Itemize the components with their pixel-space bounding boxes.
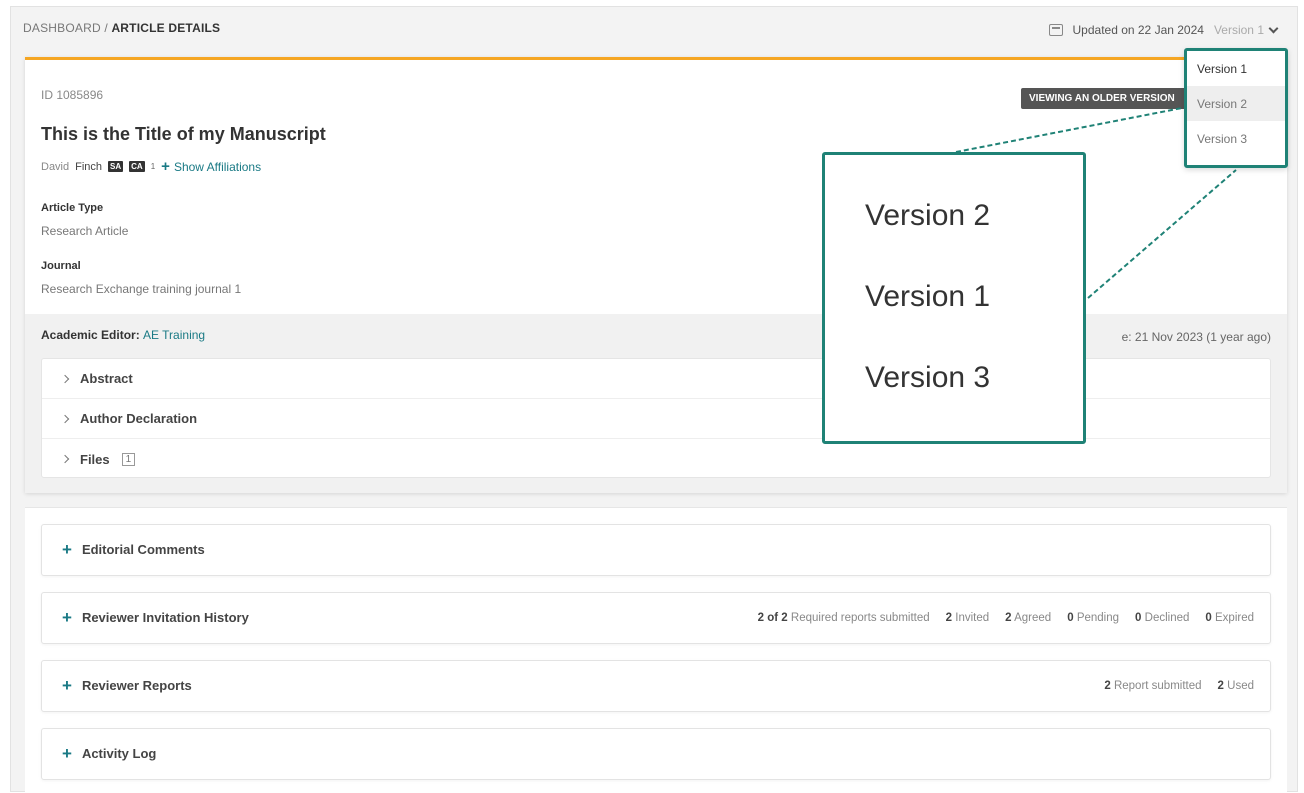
stat-value: 0	[1135, 612, 1142, 624]
breadcrumb: DASHBOARD / ARTICLE DETAILS	[23, 21, 220, 35]
editor-section: Academic Editor: AE Training e: 21 Nov 2…	[25, 314, 1287, 493]
stat-value: 2	[945, 612, 953, 624]
article-title: This is the Title of my Manuscript	[41, 124, 326, 144]
version-select[interactable]: Version 1	[1213, 23, 1279, 37]
version-dropdown-menu: Version 1 Version 2 Version 3	[1184, 48, 1288, 168]
chevron-right-icon	[60, 454, 70, 464]
older-version-badge: VIEWING AN OLDER VERSION	[1021, 88, 1187, 109]
updated-date: Updated on 22 Jan 2024	[1072, 23, 1204, 37]
breadcrumb-dashboard[interactable]: DASHBOARD	[23, 21, 101, 35]
author-first-name: David	[41, 160, 70, 173]
version-info: Updated on 22 Jan 2024 Version 1	[1048, 23, 1279, 37]
article-type-value: Research Article	[41, 224, 129, 238]
stat-text: Expired	[1215, 612, 1254, 624]
stat-required-reports: 2 of 2 Required reports submitted	[758, 612, 930, 624]
affiliation-superscript: 1	[150, 162, 156, 171]
stat-text: Used	[1227, 680, 1254, 692]
show-affiliations-label: Show Affiliations	[173, 159, 262, 174]
article-type-label: Article Type	[41, 202, 104, 214]
academic-editor: Academic Editor: AE Training	[41, 328, 205, 342]
article-accordion: Abstract Author Declaration Files 1	[41, 358, 1271, 478]
stat-pending: 0 Pending	[1067, 612, 1119, 624]
version-option-1[interactable]: Version 1	[1187, 51, 1285, 86]
plus-icon: +	[62, 539, 72, 559]
plus-icon: +	[62, 607, 72, 627]
breadcrumb-current: ARTICLE DETAILS	[111, 21, 221, 35]
submission-date: e: 21 Nov 2023 (1 year ago)	[1121, 330, 1271, 344]
stat-agreed: 2 Agreed	[1005, 612, 1051, 624]
stat-text: Agreed	[1014, 612, 1052, 624]
stat-report-submitted: 2 Report submitted	[1104, 680, 1201, 692]
plus-icon: +	[62, 675, 72, 695]
plus-icon: +	[62, 743, 72, 763]
zoom-version-3: Version 3	[865, 361, 991, 394]
stat-text: Pending	[1076, 612, 1120, 624]
chevron-down-icon	[1268, 23, 1279, 33]
version-option-3[interactable]: Version 3	[1187, 121, 1285, 156]
stat-value: 2	[1005, 612, 1012, 624]
stat-invited: 2 Invited	[946, 612, 990, 624]
top-bar: DASHBOARD / ARTICLE DETAILS Updated on 2…	[11, 7, 1297, 57]
journal-value: Research Exchange training journal 1	[41, 282, 242, 296]
stat-used: 2 Used	[1218, 680, 1254, 692]
zoom-version-2: Version 2	[865, 199, 991, 232]
show-affiliations-link[interactable]: + Show Affiliations	[161, 158, 261, 175]
section-reviewer-invitation-history[interactable]: + Reviewer Invitation History 2 of 2 Requ…	[41, 592, 1271, 644]
chevron-right-icon	[60, 374, 70, 383]
author-tag-sa: SA	[108, 161, 124, 172]
stat-declined: 0 Declined	[1135, 612, 1189, 624]
section-title: Reviewer Invitation History	[81, 610, 249, 625]
review-panel: + Editorial Comments + Reviewer Invitation…	[25, 507, 1287, 793]
stat-value: 0	[1205, 612, 1212, 624]
zoom-version-1: Version 1	[865, 280, 991, 313]
journal-label: Journal	[41, 260, 81, 272]
stat-text: Invited	[955, 612, 990, 624]
stat-value: 2	[1104, 680, 1111, 692]
accordion-author-declaration-label: Author Declaration	[80, 411, 198, 426]
files-count-badge: 1	[121, 452, 136, 466]
chevron-right-icon	[60, 414, 70, 423]
section-activity-log[interactable]: + Activity Log	[41, 728, 1271, 780]
article-card: ID 1085896 VIEWING AN OLDER VERSION This…	[25, 57, 1287, 493]
report-stats: 2 Report submitted 2 Used	[1104, 680, 1254, 692]
invitation-stats: 2 of 2 Required reports submitted 2 Invi…	[758, 612, 1254, 624]
section-editorial-comments[interactable]: + Editorial Comments	[41, 524, 1271, 576]
app-frame: DASHBOARD / ARTICLE DETAILS Updated on 2…	[10, 6, 1298, 793]
academic-editor-link[interactable]: AE Training	[143, 328, 205, 342]
stat-text: Required reports submitted	[790, 612, 930, 624]
calendar-icon	[1048, 24, 1063, 36]
section-title: Activity Log	[81, 746, 157, 761]
version-option-2[interactable]: Version 2	[1187, 86, 1285, 121]
version-select-value: Version 1	[1213, 23, 1264, 37]
stat-value: 2 of 2	[757, 612, 788, 624]
stat-value: 2	[1217, 680, 1224, 692]
author-tag-ca: CA	[129, 161, 145, 172]
stat-value: 0	[1067, 612, 1074, 624]
author-line: David Finch SA CA 1 + Show Affiliations	[41, 158, 261, 175]
section-reviewer-reports[interactable]: + Reviewer Reports 2 Report submitted 2 U…	[41, 660, 1271, 712]
article-id: ID 1085896	[41, 88, 104, 102]
accordion-abstract-label: Abstract	[80, 371, 133, 386]
section-title: Reviewer Reports	[81, 678, 192, 693]
breadcrumb-separator: /	[100, 21, 112, 35]
section-title: Editorial Comments	[81, 542, 205, 557]
stat-text: Declined	[1144, 612, 1190, 624]
plus-icon: +	[161, 158, 170, 175]
academic-editor-label: Academic Editor:	[41, 328, 140, 342]
author-last-name: Finch	[75, 160, 103, 173]
stat-text: Report submitted	[1113, 680, 1202, 692]
zoom-callout: Version 2 Version 1 Version 3	[822, 152, 1086, 444]
accordion-files-label: Files	[80, 451, 110, 467]
accordion-files[interactable]: Files 1	[42, 439, 1270, 479]
stat-expired: 0 Expired	[1205, 612, 1254, 624]
